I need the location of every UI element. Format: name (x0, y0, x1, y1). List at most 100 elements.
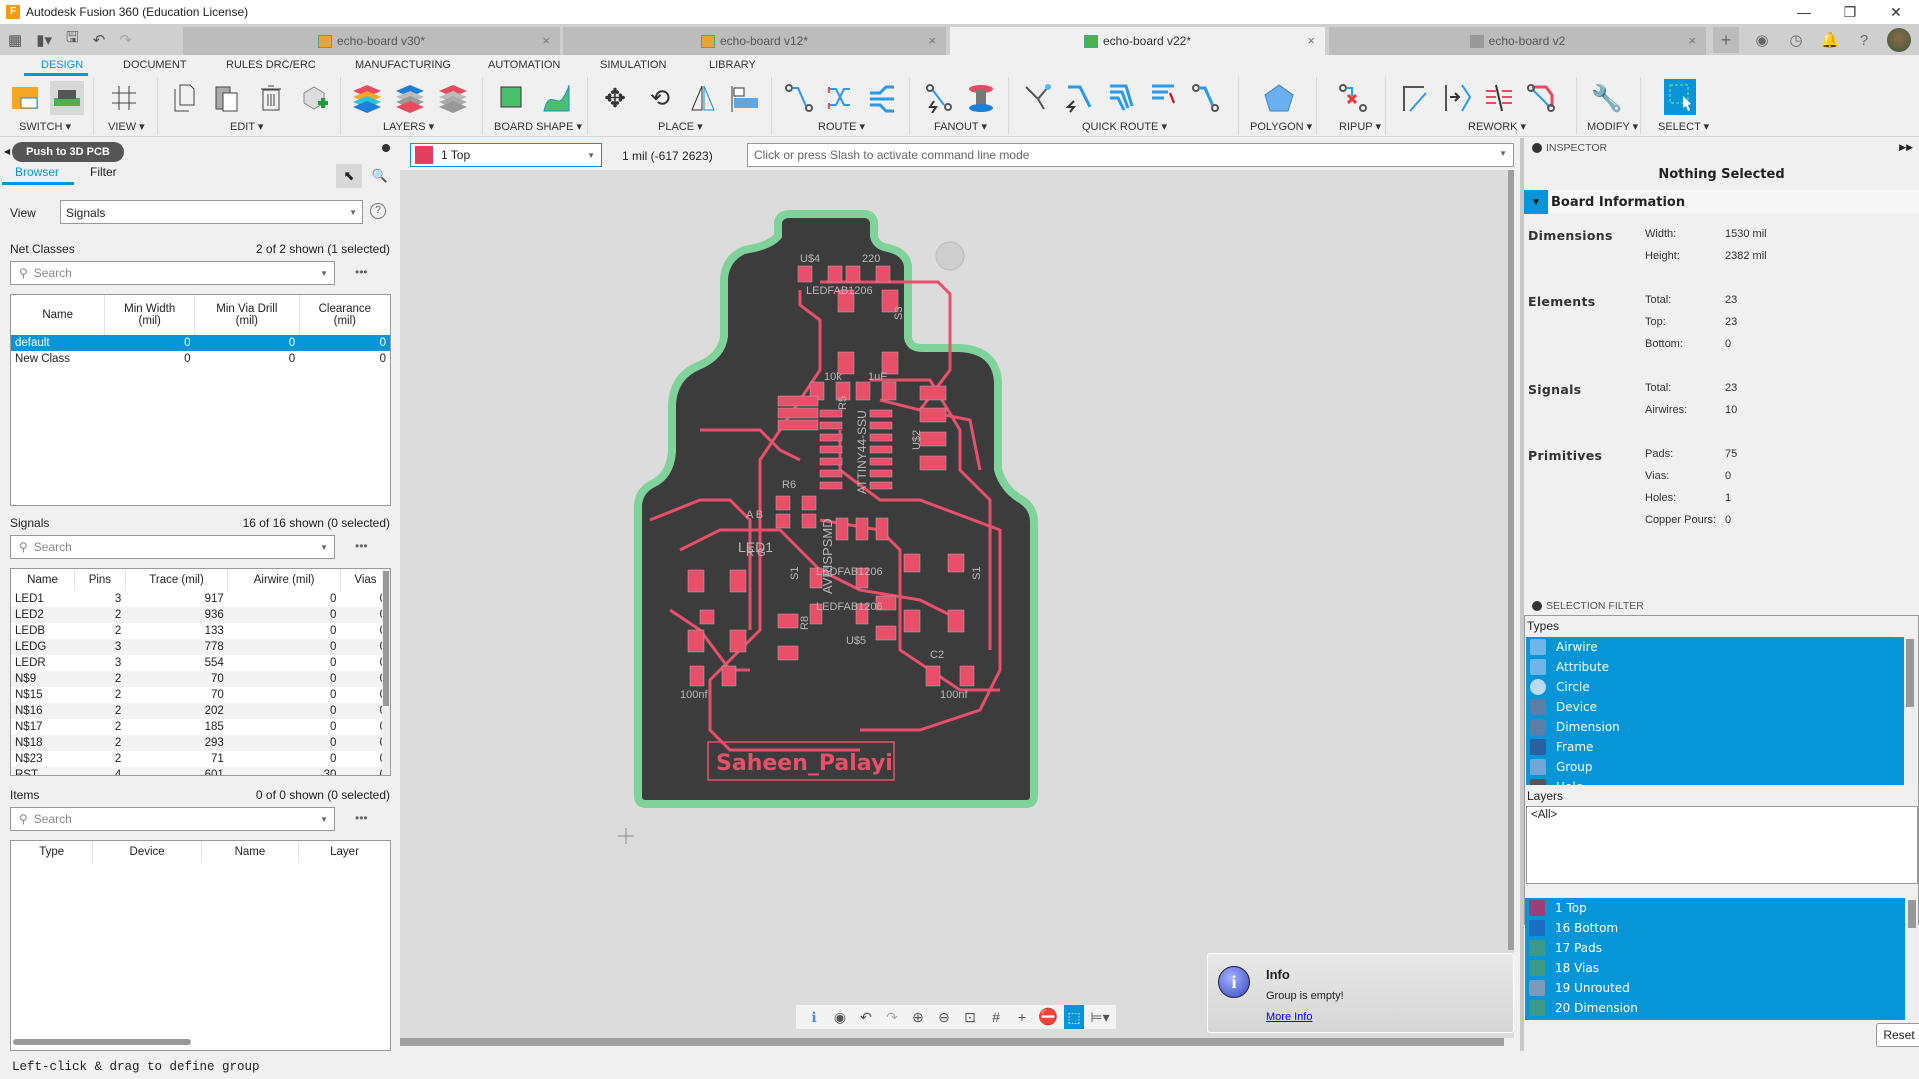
rework-extend-icon[interactable] (1440, 81, 1474, 115)
quick-route-airwire2-icon[interactable] (1188, 81, 1222, 115)
signal-row[interactable]: LEDG377800 (11, 639, 390, 655)
signal-row[interactable]: LEDB213300 (11, 623, 390, 639)
group-board-shape[interactable]: BOARD SHAPE ▾ (494, 120, 582, 133)
filter-type-group[interactable]: Group (1526, 757, 1906, 777)
close-tab-icon[interactable]: × (1688, 33, 1696, 48)
filter-layer-item[interactable]: 20 Dimension (1525, 998, 1905, 1018)
redo-icon[interactable]: ↷ (882, 1007, 902, 1027)
grid-icon[interactable] (107, 81, 141, 115)
group-select-icon[interactable]: ⬚ (1064, 1005, 1084, 1029)
user-avatar[interactable] (1887, 28, 1911, 52)
help-icon[interactable]: ? (370, 203, 386, 219)
route-multiple-icon[interactable] (866, 81, 900, 115)
col-name[interactable]: Name (11, 569, 76, 591)
grid-icon[interactable]: # (986, 1007, 1006, 1027)
rework-split-icon[interactable] (1482, 81, 1516, 115)
crosshair-icon[interactable]: + (1012, 1007, 1032, 1027)
tab-manufacturing[interactable]: MANUFACTURING (355, 59, 451, 71)
route-icon[interactable] (782, 81, 816, 115)
scrollbar-thumb[interactable] (1906, 639, 1914, 707)
tab-filter[interactable]: Filter (90, 165, 117, 179)
board-information-header[interactable]: ▼ Board Information (1524, 190, 1919, 214)
signals-search[interactable]: ⚲ Search ▼ (10, 535, 335, 559)
polygon-icon[interactable] (1262, 81, 1296, 115)
group-fanout[interactable]: FANOUT ▾ (934, 120, 987, 133)
redo-icon[interactable]: ↷ (119, 31, 132, 49)
select-pointer-button[interactable]: ⬉ (336, 164, 362, 188)
move-icon[interactable]: ✥ (598, 81, 632, 115)
col-layer[interactable]: Layer (299, 841, 390, 863)
undo-icon[interactable]: ↶ (856, 1007, 876, 1027)
modify-wrench-icon[interactable]: 🔧 (1590, 81, 1624, 115)
items-hscrollbar[interactable] (13, 1039, 191, 1045)
layers-bottom-icon[interactable] (393, 81, 427, 115)
collapse-icon[interactable] (1532, 601, 1542, 611)
tab-library[interactable]: LIBRARY (709, 59, 756, 71)
quick-route-airwire-icon[interactable] (1020, 81, 1054, 115)
pcb-canvas[interactable]: U$4 220 LEDFAB1206 S3 10k 1uF R5 U$2 R6 … (400, 170, 1514, 1038)
col-min-via-drill[interactable]: Min Via Drill (mil) (194, 295, 300, 335)
group-switch[interactable]: SWITCH ▾ (19, 120, 71, 133)
view-select[interactable]: Signals ▼ (60, 200, 363, 224)
group-place[interactable]: PLACE ▾ (658, 120, 703, 133)
switch-board-icon[interactable] (50, 81, 84, 115)
layers-scrollbar[interactable] (1906, 898, 1918, 1020)
signal-row[interactable]: N$1527000 (11, 687, 390, 703)
delete-icon[interactable] (254, 81, 288, 115)
quick-route-multiple-icon[interactable] (1104, 81, 1138, 115)
layers-top-icon[interactable] (436, 81, 470, 115)
close-tab-icon[interactable]: × (542, 33, 550, 48)
more-options-button[interactable]: ••• (355, 811, 368, 825)
doc-tab-v2[interactable]: echo-board v2 × (1329, 27, 1706, 55)
more-options-button[interactable]: ••• (355, 539, 368, 553)
show-icon[interactable]: ◉ (830, 1007, 850, 1027)
expand-panel-icon[interactable]: ▶▶ (1899, 142, 1913, 153)
tab-rules-drc-erc[interactable]: RULES DRC/ERC (226, 59, 316, 71)
doc-tab-v30[interactable]: echo-board v30* × (183, 27, 560, 55)
signal-row[interactable]: N$2327100 (11, 751, 390, 767)
online-status-icon[interactable]: ◉ (1751, 29, 1773, 51)
minimize-button[interactable]: — (1781, 0, 1827, 24)
select-window-icon[interactable] (1664, 79, 1696, 115)
signal-row[interactable]: N$17218500 (11, 719, 390, 735)
signal-row[interactable]: N$16220200 (11, 703, 390, 719)
reset-button[interactable]: Reset (1876, 1023, 1919, 1047)
filter-layer-item[interactable]: 17 Pads (1525, 938, 1905, 958)
board-spline-icon[interactable] (540, 81, 574, 115)
rotate-icon[interactable]: ⟲ (643, 81, 677, 115)
notifications-icon[interactable]: 🔔 (1819, 29, 1841, 51)
group-select[interactable]: SELECT ▾ (1658, 120, 1709, 133)
push-to-3d-pcb-button[interactable]: Push to 3D PCB (12, 142, 124, 162)
job-status-icon[interactable]: ◷ (1785, 29, 1807, 51)
info-icon[interactable]: ℹ (804, 1007, 824, 1027)
stop-icon[interactable]: ⛔ (1038, 1007, 1058, 1027)
group-modify[interactable]: MODIFY ▾ (1587, 120, 1638, 133)
filter-type-airwire[interactable]: Airwire (1526, 637, 1906, 657)
quick-route-signal-icon[interactable] (1062, 81, 1096, 115)
filter-type-circle[interactable]: Circle (1526, 677, 1906, 697)
filter-layer-item[interactable]: 19 Unrouted (1525, 978, 1905, 998)
filter-type-frame[interactable]: Frame (1526, 737, 1906, 757)
add-part-icon[interactable] (298, 81, 332, 115)
group-view[interactable]: VIEW ▾ (108, 120, 145, 133)
more-info-link[interactable]: More Info (1266, 1011, 1312, 1023)
filter-type-hole[interactable]: Hole (1526, 777, 1906, 785)
canvas-vertical-scrollbar[interactable] (1508, 170, 1514, 950)
signal-row[interactable]: LED1391700 (11, 591, 390, 607)
scrollbar-thumb[interactable] (1908, 900, 1916, 928)
new-tab-button[interactable]: + (1713, 27, 1739, 53)
rework-reroute-icon[interactable] (1524, 81, 1558, 115)
net-classes-search[interactable]: ⚲ Search ▼ (10, 261, 335, 285)
col-name[interactable]: Name (11, 295, 106, 335)
close-window-button[interactable]: ✕ (1873, 0, 1919, 24)
signal-row[interactable]: LEDR355400 (11, 655, 390, 671)
zoom-in-icon[interactable]: ⊕ (908, 1007, 928, 1027)
restore-button[interactable]: ❐ (1827, 0, 1873, 24)
switch-schematic-icon[interactable] (8, 81, 42, 115)
group-polygon[interactable]: POLYGON ▾ (1250, 120, 1312, 133)
zoom-fit-icon[interactable]: ⊡ (960, 1007, 980, 1027)
paste-icon[interactable] (210, 81, 244, 115)
net-class-row[interactable]: default 0 0 0 (11, 335, 390, 351)
collapse-icon[interactable] (1532, 143, 1542, 153)
scrollbar-thumb[interactable] (383, 571, 389, 706)
